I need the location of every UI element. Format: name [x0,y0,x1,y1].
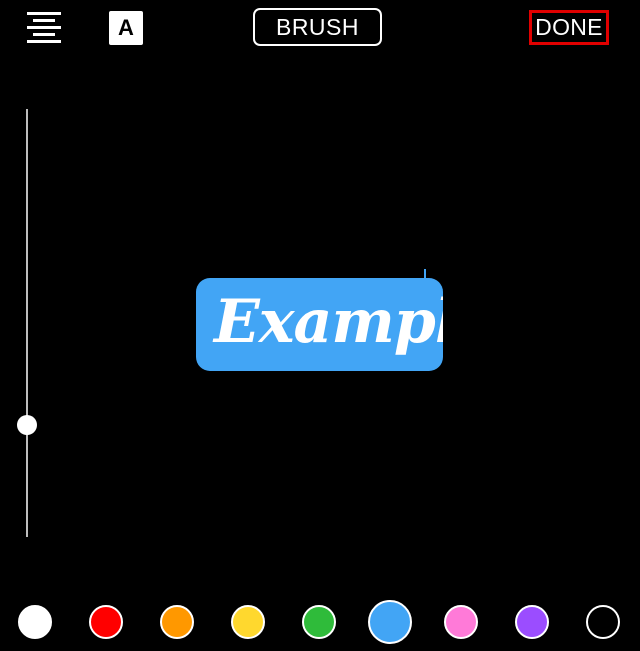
color-swatch-blue[interactable] [368,600,412,644]
top-toolbar: A BRUSH DONE [0,0,640,60]
slider-track [26,109,28,537]
color-palette [0,598,640,648]
color-swatch-purple[interactable] [515,605,549,639]
brush-button[interactable]: BRUSH [253,8,382,46]
done-button[interactable]: DONE [529,10,609,45]
color-swatch-orange[interactable] [160,605,194,639]
text-box[interactable]: Example [196,278,443,371]
align-center-icon[interactable] [27,12,61,44]
brush-button-label: BRUSH [275,13,359,40]
color-swatch-white[interactable] [18,605,52,639]
slider-thumb[interactable] [17,415,37,435]
text-content: Example [214,287,443,357]
color-swatch-yellow[interactable] [231,605,265,639]
text-size-slider[interactable] [17,109,37,537]
font-style-button[interactable]: A [109,11,143,45]
color-swatch-black[interactable] [586,605,620,639]
color-swatch-green[interactable] [302,605,336,639]
done-button-label: DONE [535,14,603,40]
color-swatch-pink[interactable] [444,605,478,639]
color-swatch-red[interactable] [89,605,123,639]
font-style-label: A [118,15,134,40]
